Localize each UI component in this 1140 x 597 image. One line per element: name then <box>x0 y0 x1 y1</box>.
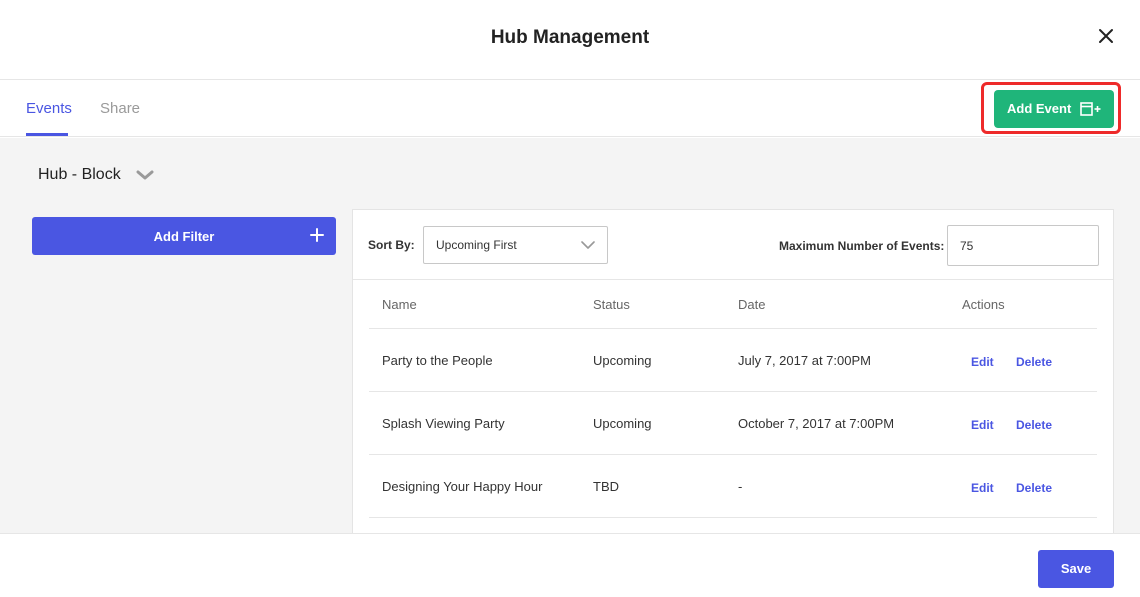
chevron-down-icon <box>581 241 595 249</box>
modal-footer: Save <box>0 533 1140 597</box>
tab-bar: Events Share <box>0 80 1140 137</box>
column-header-name: Name <box>382 297 417 312</box>
event-name: Designing Your Happy Hour <box>382 479 543 494</box>
tab-share[interactable]: Share <box>100 100 140 117</box>
tab-events[interactable]: Events <box>26 100 72 117</box>
column-header-date: Date <box>738 297 766 312</box>
column-header-status: Status <box>593 297 630 312</box>
chevron-down-icon[interactable] <box>136 170 154 180</box>
hub-selector[interactable]: Hub - Block <box>38 166 121 184</box>
event-name: Splash Viewing Party <box>382 416 505 431</box>
active-tab-indicator <box>26 133 68 136</box>
sort-by-label: Sort By: <box>368 238 415 252</box>
divider <box>369 454 1097 455</box>
add-filter-button[interactable]: Add Filter <box>32 217 336 255</box>
edit-button[interactable]: Edit <box>971 418 994 432</box>
divider <box>369 391 1097 392</box>
add-event-button[interactable]: Add Event <box>994 90 1114 128</box>
max-events-input[interactable] <box>947 225 1099 266</box>
event-date: July 7, 2017 at 7:00PM <box>738 353 871 368</box>
delete-button[interactable]: Delete <box>1016 418 1052 432</box>
column-header-actions: Actions <box>962 297 1005 312</box>
add-filter-label: Add Filter <box>153 229 215 244</box>
max-events-label: Maximum Number of Events: <box>779 239 945 253</box>
event-name: Party to the People <box>382 353 493 368</box>
save-button[interactable]: Save <box>1038 550 1114 588</box>
divider <box>369 517 1097 518</box>
add-event-label: Add Event <box>1007 101 1072 116</box>
event-status: Upcoming <box>593 416 652 431</box>
content-area: Hub - Block Add Filter Sort By: Upcoming… <box>0 138 1140 539</box>
delete-button[interactable]: Delete <box>1016 355 1052 369</box>
plus-icon <box>310 228 324 242</box>
close-icon[interactable] <box>1098 28 1114 44</box>
divider <box>369 328 1097 329</box>
event-status: Upcoming <box>593 353 652 368</box>
event-status: TBD <box>593 479 619 494</box>
edit-button[interactable]: Edit <box>971 481 994 495</box>
sort-by-select[interactable]: Upcoming First <box>423 226 608 264</box>
divider <box>353 279 1113 280</box>
sort-by-value: Upcoming First <box>436 238 517 252</box>
edit-button[interactable]: Edit <box>971 355 994 369</box>
event-date: - <box>738 479 743 494</box>
events-panel: Sort By: Upcoming First Maximum Number o… <box>352 209 1114 539</box>
page-title: Hub Management <box>490 27 650 48</box>
modal-header: Hub Management <box>0 0 1140 80</box>
delete-button[interactable]: Delete <box>1016 481 1052 495</box>
calendar-add-icon <box>1080 102 1101 116</box>
event-date: October 7, 2017 at 7:00PM <box>738 416 895 431</box>
